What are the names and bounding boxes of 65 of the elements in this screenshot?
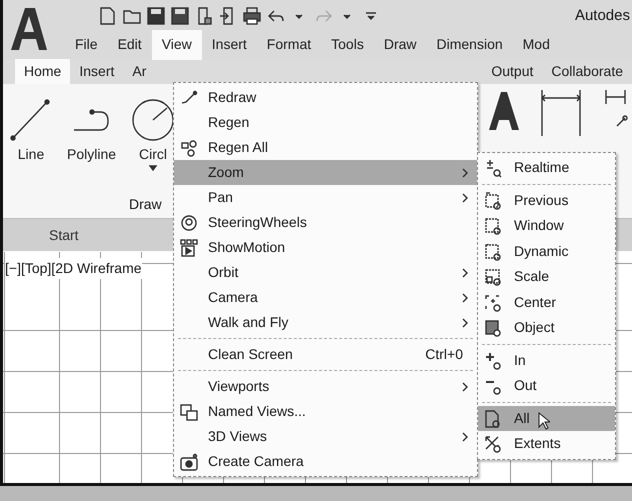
menu-item[interactable]: Tools <box>321 30 374 60</box>
menu-item[interactable]: Previous <box>478 188 615 213</box>
menu-item[interactable]: Realtime <box>478 155 615 180</box>
ribbon-tool-button[interactable]: Polyline <box>67 94 116 165</box>
file-tab[interactable]: Start <box>43 224 85 246</box>
menu-item[interactable]: File <box>65 30 108 60</box>
menu-item[interactable]: Orbit <box>174 260 477 285</box>
mouse-cursor-icon <box>538 412 550 430</box>
menu-item[interactable]: Pan <box>174 185 477 210</box>
zoom-object-icon <box>484 319 502 338</box>
ribbon-tab[interactable]: Collaborate <box>542 59 632 84</box>
menu-item[interactable]: Dynamic <box>478 238 615 264</box>
menu-item[interactable]: View <box>152 30 202 60</box>
ribbon-tab[interactable]: Home <box>15 59 70 84</box>
zoom-in-icon <box>484 352 502 370</box>
ribbon-tab[interactable]: Ar <box>123 59 156 84</box>
zoom-dynamic-icon <box>484 242 502 262</box>
zoom-previous-icon <box>484 192 502 210</box>
ribbon-tab[interactable]: Insert <box>70 59 124 84</box>
menu-item[interactable]: Regen <box>174 110 477 135</box>
menu-item[interactable]: Scale <box>478 264 615 290</box>
dimension-icon[interactable] <box>603 88 629 128</box>
app-title: Autodes <box>574 6 630 26</box>
panel-title: Draw <box>129 195 162 214</box>
menu-item[interactable]: Object <box>478 315 615 340</box>
menu-item[interactable]: Redraw <box>174 85 477 110</box>
menu-item[interactable]: Viewports <box>174 374 477 399</box>
dimension-icon[interactable] <box>539 88 583 138</box>
zoom-scale-icon <box>484 268 502 287</box>
menu-item[interactable]: Walk and Fly <box>174 310 477 335</box>
menu-item[interactable]: Regen All <box>174 135 477 160</box>
camera-icon <box>180 453 198 471</box>
menu-item[interactable]: Clean Screen Ctrl+0 <box>174 342 477 367</box>
wheel-icon <box>180 214 198 232</box>
film-icon <box>180 239 198 257</box>
zoom-window-icon <box>484 217 502 236</box>
zoom-extents-icon <box>484 435 502 454</box>
menu-item[interactable]: Insert <box>202 30 257 60</box>
menu-item[interactable]: Mod <box>512 30 560 60</box>
menu-item[interactable]: In <box>478 348 615 373</box>
menu-item[interactable]: Format <box>256 30 322 60</box>
menu-item[interactable]: 3D Views <box>174 424 477 449</box>
zoom-center-icon <box>484 294 502 312</box>
menu-item[interactable]: Edit <box>108 30 152 60</box>
ribbon-tool-button[interactable]: Line <box>9 94 53 165</box>
menu-item[interactable]: Window <box>478 213 615 238</box>
viewport-controls[interactable]: [−][Top][2D Wireframe <box>5 258 142 279</box>
ribbon-tool-button[interactable]: Circl <box>131 94 175 171</box>
menu-item[interactable]: Camera <box>174 285 477 310</box>
menu-item[interactable]: Center <box>478 290 615 315</box>
printer-icon[interactable] <box>242 6 262 26</box>
menu-item[interactable]: ShowMotion <box>174 235 477 260</box>
ribbon-tab[interactable]: Output <box>482 59 542 84</box>
menu-item[interactable]: Dimension <box>426 30 513 60</box>
menu-item[interactable]: Extents <box>478 431 615 456</box>
menu-item[interactable]: SteeringWheels <box>174 210 477 235</box>
zoom-realtime-icon <box>484 159 502 178</box>
menu-item[interactable]: All <box>478 406 615 431</box>
menu-item[interactable]: Named Views... <box>174 399 477 424</box>
menu-item[interactable]: Draw <box>374 30 426 60</box>
menu-item[interactable]: Zoom <box>174 160 477 185</box>
text-icon[interactable] <box>487 90 521 132</box>
zoom-all-icon <box>484 410 502 428</box>
menu-item[interactable]: Out <box>478 373 615 398</box>
menu-item[interactable]: Create Camera <box>174 449 477 474</box>
